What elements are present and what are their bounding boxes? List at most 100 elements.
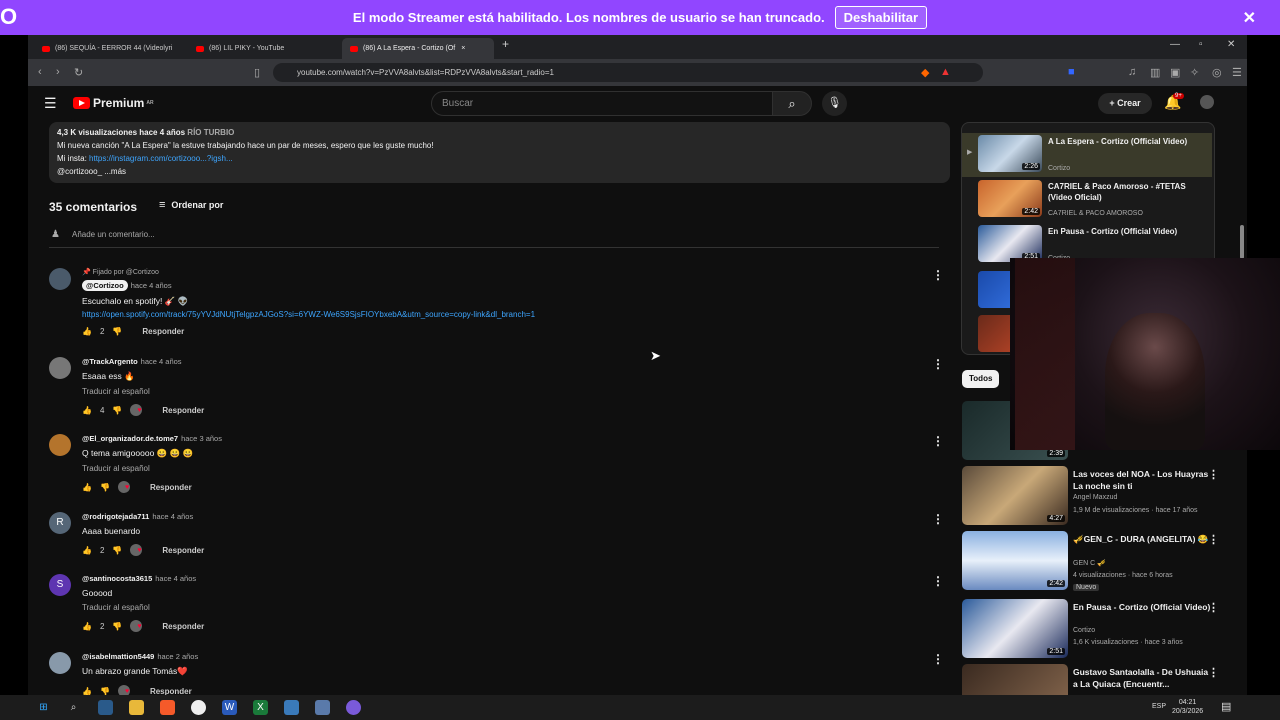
extension-icon[interactable]: ■	[1068, 66, 1075, 78]
app-icon[interactable]	[98, 700, 113, 715]
notification-center-icon[interactable]: ▤	[1221, 700, 1231, 713]
comment-author[interactable]: @isabelmattion5449	[82, 652, 154, 661]
disable-button[interactable]: Deshabilitar	[834, 6, 928, 29]
dislike-icon[interactable]: 👎	[112, 622, 122, 631]
more-options-icon[interactable]: ⋮	[1208, 601, 1219, 614]
reply-button[interactable]: Responder	[162, 622, 204, 631]
dislike-icon[interactable]: 👎	[112, 327, 122, 336]
comment-time[interactable]: hace 4 años	[131, 281, 172, 290]
reply-button[interactable]: Responder	[142, 327, 184, 336]
menu-icon[interactable]: ☰	[1232, 66, 1242, 79]
like-icon[interactable]: 👍	[82, 622, 92, 631]
comment-time[interactable]: hace 4 años	[155, 574, 196, 583]
avatar[interactable]: S	[49, 574, 71, 596]
windows-start-icon[interactable]: ⊞	[36, 700, 51, 715]
description-more[interactable]: @cortizooo_ ...más	[57, 165, 942, 178]
maximize-icon[interactable]: ▫	[1199, 39, 1203, 50]
voice-search-icon[interactable]: 🎙	[822, 91, 847, 116]
recommendation-item[interactable]: 4:27 Las voces del NOA - Los Huayras La …	[962, 466, 1242, 526]
more-options-icon[interactable]: ⋮	[932, 434, 944, 448]
search-input[interactable]: Buscar	[431, 91, 773, 116]
reply-button[interactable]: Responder	[162, 546, 204, 555]
playlist-item[interactable]: 2:42 CA7RIEL & Paco Amoroso - #TETAS (Vi…	[962, 178, 1212, 222]
account-avatar[interactable]	[1200, 95, 1214, 109]
extensions-icon[interactable]: ✧	[1190, 66, 1199, 79]
dislike-icon[interactable]: 👎	[100, 687, 110, 696]
avatar[interactable]	[49, 357, 71, 379]
comment-time[interactable]: hace 4 años	[141, 357, 182, 366]
system-clock[interactable]: 04:21 20/3/2026	[1172, 698, 1203, 716]
more-options-icon[interactable]: ⋮	[932, 268, 944, 282]
avatar[interactable]: R	[49, 512, 71, 534]
reply-button[interactable]: Responder	[150, 687, 192, 696]
bookmark-icon[interactable]: ▯	[254, 66, 260, 79]
back-icon[interactable]: ‹	[38, 66, 42, 78]
reply-button[interactable]: Responder	[150, 483, 192, 492]
minimize-icon[interactable]: —	[1170, 39, 1180, 50]
recommendation-item[interactable]: 2:51 En Pausa - Cortizo (Official Video)…	[962, 599, 1242, 659]
avatar[interactable]	[49, 434, 71, 456]
sidebar-icon[interactable]: ▥	[1150, 66, 1160, 79]
like-icon[interactable]: 👍	[82, 483, 92, 492]
recommendation-item[interactable]: Gustavo Santaolalla - De Ushuaia a La Qu…	[962, 664, 1242, 695]
more-options-icon[interactable]: ⋮	[932, 652, 944, 666]
url-field[interactable]: youtube.com/watch?v=PzVVA8alvts&list=RDP…	[273, 63, 983, 82]
translate-link[interactable]: Traducir al español	[82, 603, 902, 612]
location-tag[interactable]: RÍO TURBIO	[187, 128, 234, 137]
app-icon[interactable]	[346, 700, 361, 715]
tab-2[interactable]: (86) LIL PIKY - YouTube	[188, 38, 338, 59]
like-icon[interactable]: 👍	[82, 327, 92, 336]
translate-link[interactable]: Traducir al español	[82, 464, 902, 473]
comment-time[interactable]: hace 4 años	[152, 512, 193, 521]
like-icon[interactable]: 👍	[82, 406, 92, 415]
comment-author[interactable]: @santinocosta3615	[82, 574, 152, 583]
tab-1[interactable]: (86) SEQUÍA - EERROR 44 (Videolyri	[34, 38, 184, 59]
more-options-icon[interactable]: ⋮	[1208, 468, 1219, 481]
more-options-icon[interactable]: ⋮	[1208, 666, 1219, 679]
search-button[interactable]: ⌕	[772, 91, 812, 116]
like-icon[interactable]: 👍	[82, 546, 92, 555]
vpn-icon[interactable]: ◎	[1212, 66, 1222, 79]
like-icon[interactable]: 👍	[82, 687, 92, 696]
spotify-link[interactable]: https://open.spotify.com/track/75yYVJdNU…	[82, 310, 902, 319]
more-options-icon[interactable]: ⋮	[932, 357, 944, 371]
reload-icon[interactable]: ↻	[74, 66, 83, 79]
dislike-icon[interactable]: 👎	[112, 406, 122, 415]
create-button[interactable]: + Crear	[1098, 93, 1152, 114]
avatar[interactable]	[49, 652, 71, 674]
search-icon[interactable]: ⌕	[66, 700, 81, 715]
comment-time[interactable]: hace 3 años	[181, 434, 222, 443]
brave-browser-icon[interactable]	[160, 700, 175, 715]
tab-3-active[interactable]: (86) A La Espera - Cortizo (Of ×	[342, 38, 494, 59]
filter-chip-todos[interactable]: Todos	[962, 370, 1000, 388]
music-icon[interactable]: ♫	[1128, 66, 1136, 78]
sort-by-button[interactable]: ≡ Ordenar por	[159, 199, 223, 211]
hamburger-menu-icon[interactable]: ☰	[44, 95, 57, 112]
add-comment-input[interactable]: ♟ Añade un comentario...	[49, 229, 939, 248]
video-description[interactable]: 4,3 K visualizaciones hace 4 años RÍO TU…	[49, 122, 950, 183]
app-icon[interactable]	[315, 700, 330, 715]
playlist-item[interactable]: ▶ 2:26 A La Espera - Cortizo (Official V…	[962, 133, 1212, 177]
comment-author[interactable]: @rodrigotejada711	[82, 512, 149, 521]
dislike-icon[interactable]: 👎	[112, 546, 122, 555]
scrollbar[interactable]	[1240, 225, 1244, 259]
new-tab-icon[interactable]: +	[502, 37, 509, 51]
window-close-icon[interactable]: ✕	[1227, 39, 1235, 50]
obs-icon[interactable]	[191, 700, 206, 715]
wallet-icon[interactable]: ▣	[1170, 66, 1180, 79]
comment-author[interactable]: @Cortizoo	[82, 280, 128, 291]
instagram-link[interactable]: https://instagram.com/cortizooo...?igsh.…	[89, 154, 233, 163]
brave-shield-icon[interactable]: ◆	[921, 66, 929, 79]
dislike-icon[interactable]: 👎	[100, 483, 110, 492]
excel-icon[interactable]: X	[253, 700, 268, 715]
more-options-icon[interactable]: ⋮	[1208, 533, 1219, 546]
tab-close-icon[interactable]: ×	[461, 45, 465, 52]
youtube-premium-logo[interactable]: Premium AR	[73, 96, 154, 110]
close-icon[interactable]: ✕	[1243, 8, 1256, 28]
app-icon[interactable]	[284, 700, 299, 715]
more-options-icon[interactable]: ⋮	[932, 574, 944, 588]
avatar[interactable]	[49, 268, 71, 290]
recommendation-item[interactable]: 2:42 🎺GEN_C - DURA (ANGELITA) 😂 GEN C 🎺 …	[962, 531, 1242, 591]
rewards-icon[interactable]: ▲	[940, 66, 951, 78]
file-explorer-icon[interactable]	[129, 700, 144, 715]
